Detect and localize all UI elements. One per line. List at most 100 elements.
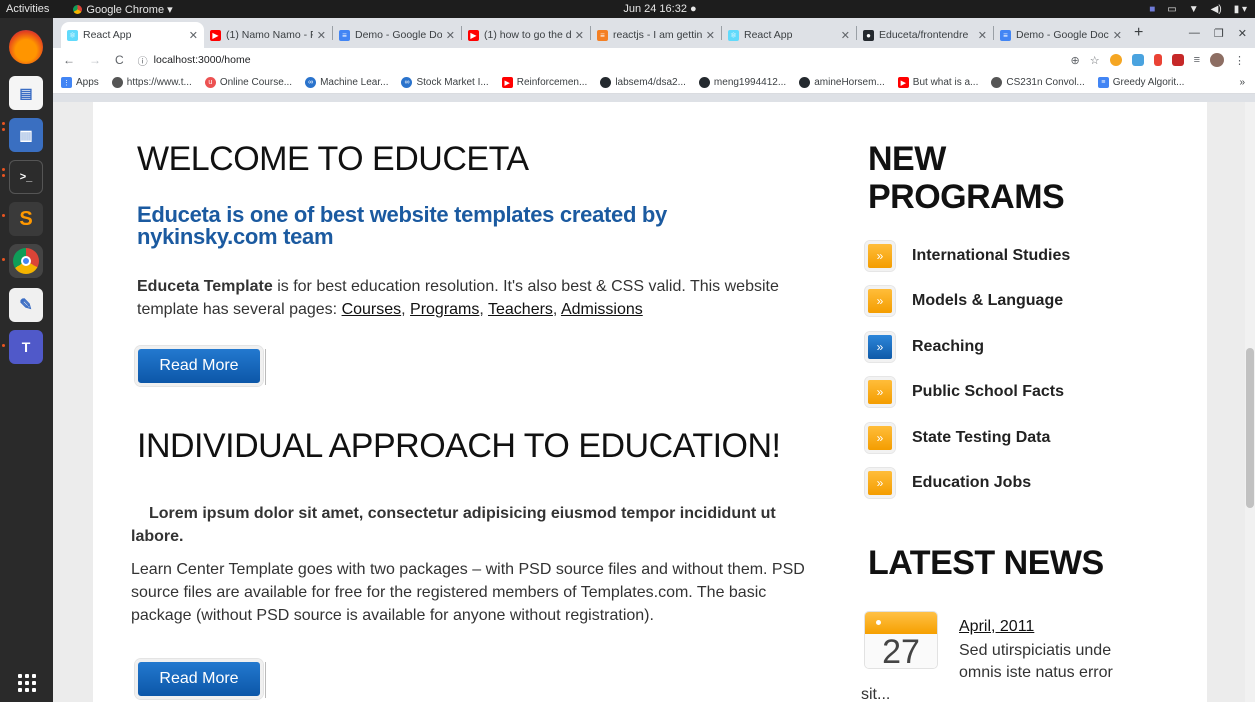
tab-6[interactable]: ⚛ React App ✕ (722, 22, 856, 48)
volume-icon[interactable]: ◀) (1211, 4, 1222, 15)
link-programs[interactable]: Programs (410, 301, 479, 318)
bookmark-item[interactable]: meng1994412... (698, 77, 786, 88)
bookmark-item[interactable]: CS231n Convol... (991, 77, 1085, 88)
extension-icon[interactable] (1171, 54, 1184, 66)
globe-icon (111, 77, 123, 88)
news-date-link[interactable]: April, 2011 (959, 618, 1034, 636)
teams-icon[interactable]: T (9, 330, 43, 364)
tab-1[interactable]: ⚛ React App ✕ (61, 22, 204, 48)
extension-icon[interactable] (1153, 54, 1162, 66)
terminal-icon[interactable]: >_ (9, 160, 43, 194)
bookmark-item[interactable]: ▶ Reinforcemen... (501, 77, 587, 88)
google-docs-icon: ≡ (1000, 29, 1011, 41)
close-icon[interactable]: ✕ (1113, 29, 1122, 42)
tab-2[interactable]: ▶ (1) Namo Namo - Full ✕ (204, 22, 332, 48)
link-teachers[interactable]: Teachers (488, 301, 553, 318)
system-top-bar: Activities Google Chrome ▾ Jun 24 16:32 … (0, 0, 1255, 18)
bookmark-item[interactable]: ≡ Greedy Algorit... (1097, 77, 1184, 88)
sublime-text-icon[interactable]: S (9, 202, 43, 236)
zoom-icon[interactable]: ⊕ (1070, 54, 1079, 67)
read-more-button[interactable]: Read More (135, 346, 263, 386)
tab-8[interactable]: ≡ Demo - Google Docs ✕ (994, 22, 1128, 48)
program-label[interactable]: Education Jobs (912, 474, 1031, 492)
program-label[interactable]: State Testing Data (912, 429, 1050, 447)
bookmark-item[interactable]: ⋮ Apps (61, 77, 99, 88)
bookmark-item[interactable]: amineHorsem... (799, 77, 885, 88)
program-label[interactable]: International Studies (912, 247, 1070, 265)
menu-icon[interactable]: ⋮ (1234, 54, 1245, 67)
program-label[interactable]: Reaching (912, 338, 984, 356)
close-icon[interactable]: ✕ (317, 29, 326, 42)
link-courses[interactable]: Courses (342, 301, 402, 318)
page-scrollbar[interactable] (1245, 102, 1255, 702)
program-item[interactable]: » Education Jobs (865, 465, 1031, 501)
scrollbar-thumb[interactable] (1246, 348, 1254, 508)
reload-icon[interactable]: C (115, 53, 124, 67)
info-icon[interactable]: ⓘ (138, 53, 148, 68)
clock[interactable]: Jun 24 16:32 ● (600, 3, 720, 15)
show-applications-icon[interactable] (18, 674, 36, 692)
url-text[interactable]: localhost:3000/home (154, 54, 251, 66)
bookmark-item[interactable]: https://www.t... (111, 77, 192, 88)
close-icon[interactable]: ✕ (978, 29, 987, 42)
program-label[interactable]: Public School Facts (912, 383, 1064, 401)
activities-button[interactable]: Activities (0, 3, 57, 15)
tab-3[interactable]: ≡ Demo - Google Docs ✕ (333, 22, 461, 48)
star-icon[interactable]: ☆ (1090, 54, 1100, 67)
firefox-icon[interactable] (9, 30, 43, 64)
program-item[interactable]: » International Studies (865, 238, 1070, 274)
chrome-icon[interactable] (9, 244, 43, 278)
welcome-title: WELCOME TO EDUCETA (137, 140, 529, 178)
window-close-icon[interactable]: ✕ (1238, 27, 1247, 40)
bookmark-item[interactable]: labsem4/dsa2... (600, 77, 686, 88)
app-menu[interactable]: Google Chrome ▾ (73, 3, 173, 16)
minimize-icon[interactable]: — (1189, 27, 1200, 40)
files-icon[interactable]: ▥ (9, 118, 43, 152)
extension-icon[interactable] (1109, 54, 1122, 66)
forward-icon[interactable]: → (89, 53, 101, 67)
network-icon[interactable]: ▼ (1189, 4, 1199, 15)
tab-4[interactable]: ▶ (1) how to go the dar ✕ (462, 22, 590, 48)
extension-icon[interactable] (1131, 54, 1144, 66)
docs-viewer-icon[interactable]: ▤ (9, 76, 43, 110)
youtube-icon: ▶ (897, 77, 909, 88)
app-menu-label: Google Chrome ▾ (86, 3, 173, 16)
chrome-small-icon (73, 4, 83, 14)
back-icon[interactable]: ← (63, 53, 75, 67)
youtube-icon: ▶ (210, 29, 221, 41)
text-editor-icon[interactable]: ✎ (9, 288, 43, 322)
reading-list-icon[interactable]: ≡ (1194, 54, 1200, 66)
new-tab-button[interactable]: + (1134, 24, 1143, 42)
read-more-button-2[interactable]: Read More (135, 659, 263, 699)
bookmarks-overflow-icon[interactable]: » (1239, 77, 1245, 88)
screen-icon[interactable]: ▭ (1167, 4, 1176, 15)
tab-label: Educeta/frontendre (879, 29, 969, 41)
teams-tray-icon[interactable]: ■ (1149, 4, 1155, 15)
maximize-icon[interactable]: ❐ (1214, 27, 1224, 40)
close-icon[interactable]: ✕ (706, 29, 715, 42)
tab-7[interactable]: ● Educeta/frontendre ✕ (857, 22, 993, 48)
bookmark-item[interactable]: ∞ Stock Market I... (401, 77, 489, 88)
address-bar[interactable]: ⓘ localhost:3000/home (138, 53, 1057, 68)
welcome-subtitle: Educeta is one of best website templates… (137, 202, 667, 249)
tab-5[interactable]: ≡ reactjs - I am getting ✕ (591, 22, 721, 48)
news-day: 27 (865, 634, 937, 668)
close-icon[interactable]: ✕ (446, 29, 455, 42)
system-tray[interactable]: ■ ▭ ▼ ◀) ▮ ▾ (1149, 4, 1247, 15)
close-icon[interactable]: ✕ (189, 29, 198, 42)
program-item[interactable]: » Reaching (865, 329, 984, 365)
program-label[interactable]: Models & Language (912, 292, 1063, 310)
program-item[interactable]: » Models & Language (865, 283, 1063, 319)
react-icon: ⚛ (728, 29, 739, 41)
battery-icon[interactable]: ▮ ▾ (1234, 4, 1247, 15)
bookmark-item[interactable]: ∞ Machine Lear... (305, 77, 388, 88)
avatar[interactable] (1210, 53, 1224, 67)
program-item[interactable]: » Public School Facts (865, 374, 1064, 410)
link-admissions[interactable]: Admissions (561, 301, 643, 318)
program-item[interactable]: » State Testing Data (865, 420, 1050, 456)
close-icon[interactable]: ✕ (841, 29, 850, 42)
close-icon[interactable]: ✕ (575, 29, 584, 42)
bookmark-item[interactable]: ▶ But what is a... (897, 77, 978, 88)
bookmark-item[interactable]: u Online Course... (204, 77, 292, 88)
page-viewport: WELCOME TO EDUCETA Educeta is one of bes… (53, 102, 1255, 702)
